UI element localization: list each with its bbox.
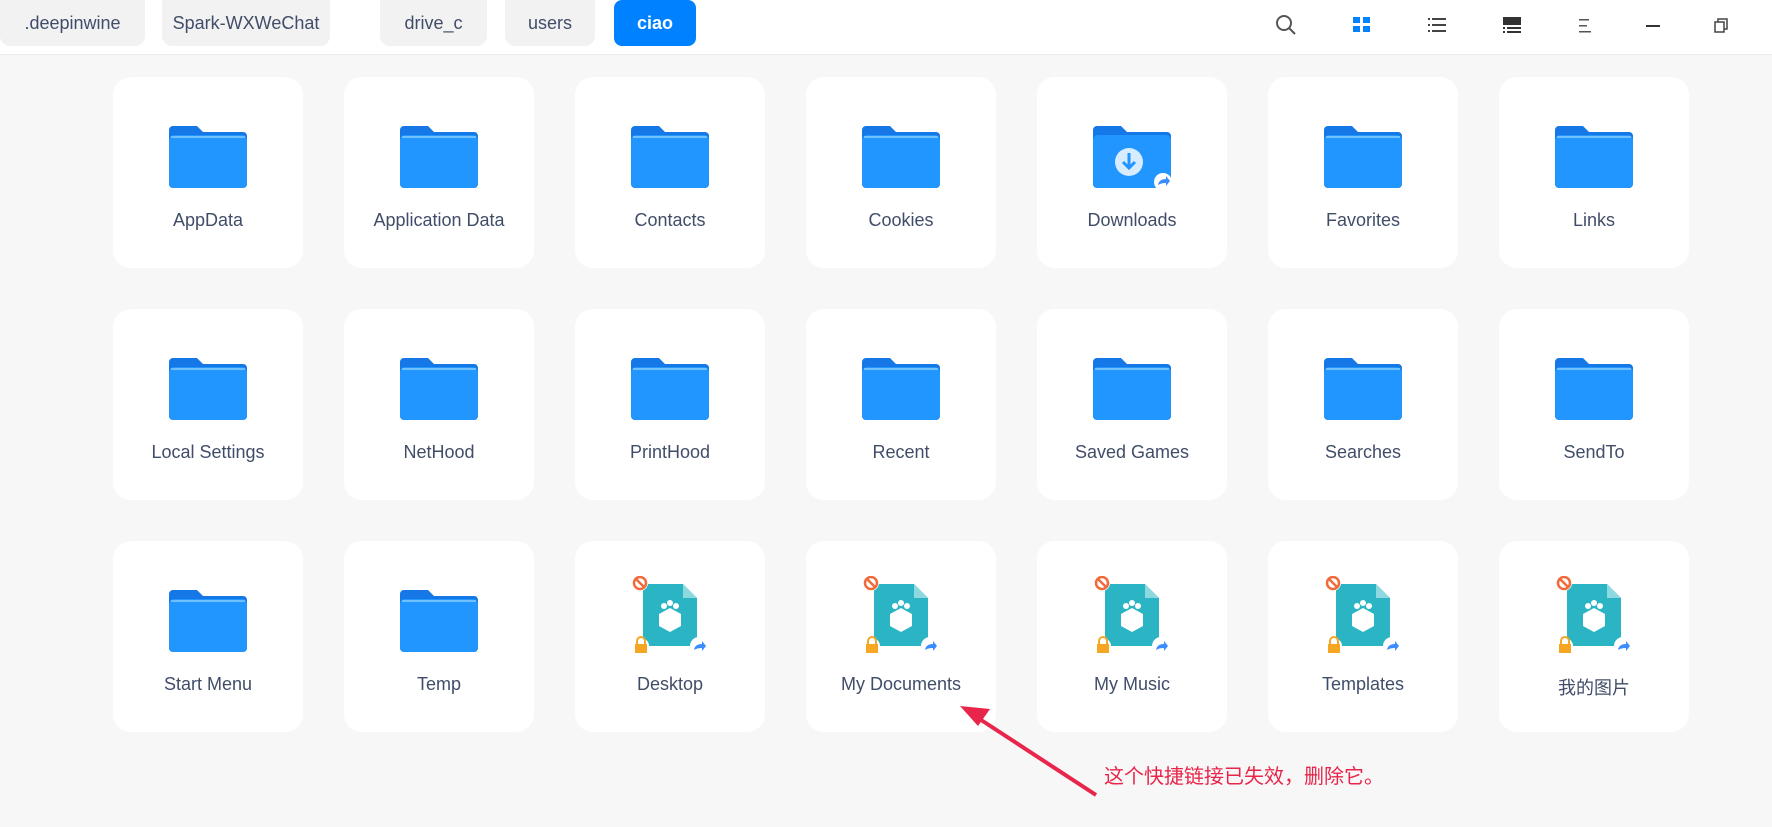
annotation-text: 这个快捷链接已失效，删除它。 xyxy=(1104,766,1384,788)
annotation-arrow xyxy=(960,706,1098,797)
